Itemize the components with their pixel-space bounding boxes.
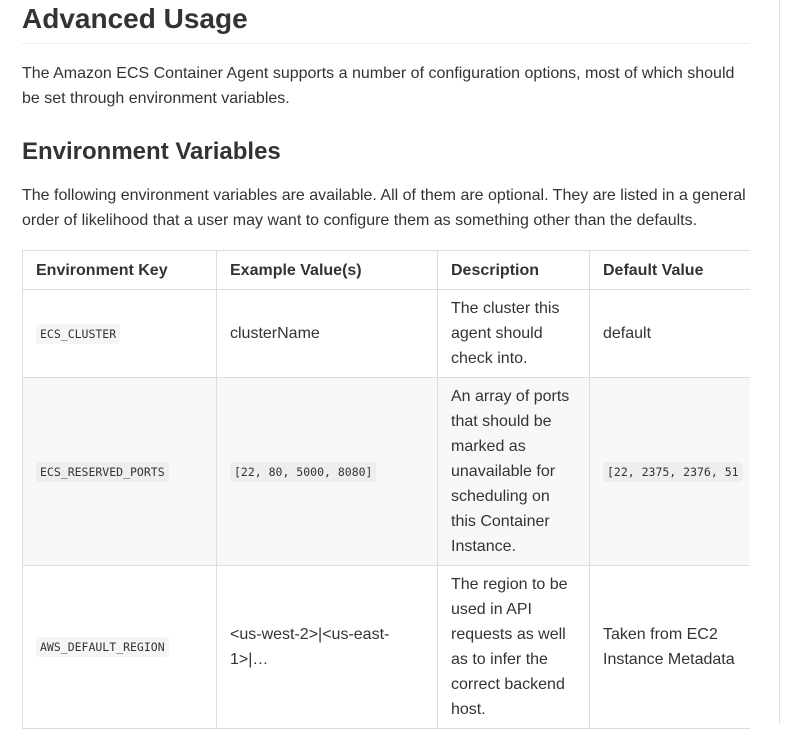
cell-description: An array of ports that should be marked …: [437, 377, 590, 566]
cell-description: The cluster this agent should check into…: [437, 289, 590, 378]
cell-description: The region to be used in API requests as…: [437, 565, 590, 729]
container-border: [779, 0, 780, 724]
header-environment-key: Environment Key: [22, 250, 217, 290]
page-title: Advanced Usage: [22, 3, 248, 34]
env-key-code: ECS_CLUSTER: [36, 323, 121, 344]
table-row: ECS_CLUSTER clusterName The cluster this…: [22, 289, 750, 378]
section-paragraph: The following environment variables are …: [22, 187, 746, 229]
cell-key: ECS_CLUSTER: [22, 289, 217, 378]
cell-default: Taken from EC2 Instance Metadata: [589, 565, 750, 729]
intro-paragraph: The Amazon ECS Container Agent supports …: [22, 65, 735, 107]
cell-default: [22, 2375, 2376, 51: [589, 377, 750, 566]
header-example-values: Example Value(s): [216, 250, 438, 290]
cell-default: default: [589, 289, 750, 378]
cell-key: ECS_RESERVED_PORTS: [22, 377, 217, 566]
env-table-wrapper[interactable]: Environment Key Example Value(s) Descrip…: [22, 250, 750, 730]
divider: [22, 43, 750, 44]
cell-key: AWS_DEFAULT_REGION: [22, 565, 217, 729]
env-key-code: ECS_RESERVED_PORTS: [36, 461, 169, 482]
table-row: ECS_RESERVED_PORTS [22, 80, 5000, 8080] …: [22, 377, 750, 566]
default-text: Taken from EC2 Instance Metadata: [603, 626, 735, 668]
default-code: [22, 2375, 2376, 51: [603, 461, 743, 482]
header-description: Description: [437, 250, 590, 290]
env-key-code: AWS_DEFAULT_REGION: [36, 637, 169, 657]
example-code: [22, 80, 5000, 8080]: [230, 461, 377, 482]
env-variables-table: Environment Key Example Value(s) Descrip…: [22, 250, 750, 729]
table-row: AWS_DEFAULT_REGION <us-west-2>|<us-east-…: [22, 565, 750, 729]
table-header-row: Environment Key Example Value(s) Descrip…: [22, 250, 750, 290]
header-default-value: Default Value: [589, 250, 750, 290]
cell-example: clusterName: [216, 289, 438, 378]
cell-example: [22, 80, 5000, 8080]: [216, 377, 438, 566]
section-title: Environment Variables: [22, 138, 281, 165]
cell-example: <us-west-2>|<us-east-1>|…: [216, 565, 438, 729]
